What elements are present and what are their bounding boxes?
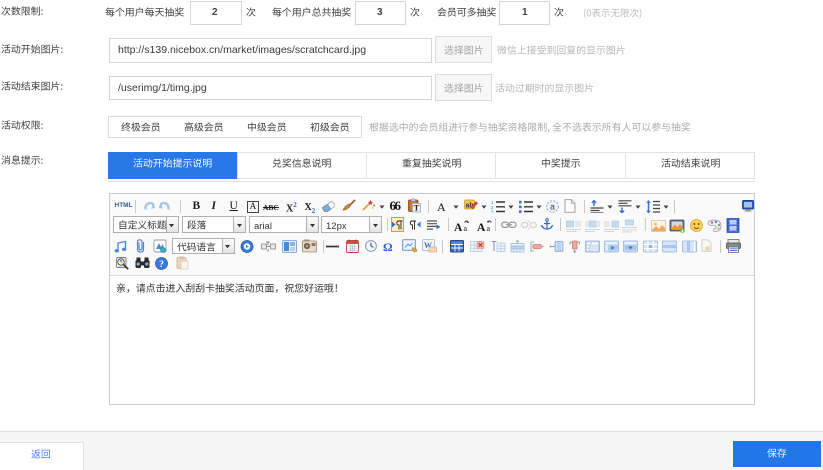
svg-text:a: a [550,201,555,211]
svg-text:a: a [463,224,467,232]
svg-text:A: A [454,222,463,232]
svg-text:T: T [414,202,420,212]
svg-text:?: ? [159,259,164,269]
svg-text:3: 3 [491,209,494,213]
svg-text:A: A [477,222,486,232]
svg-text:a: a [486,224,490,232]
